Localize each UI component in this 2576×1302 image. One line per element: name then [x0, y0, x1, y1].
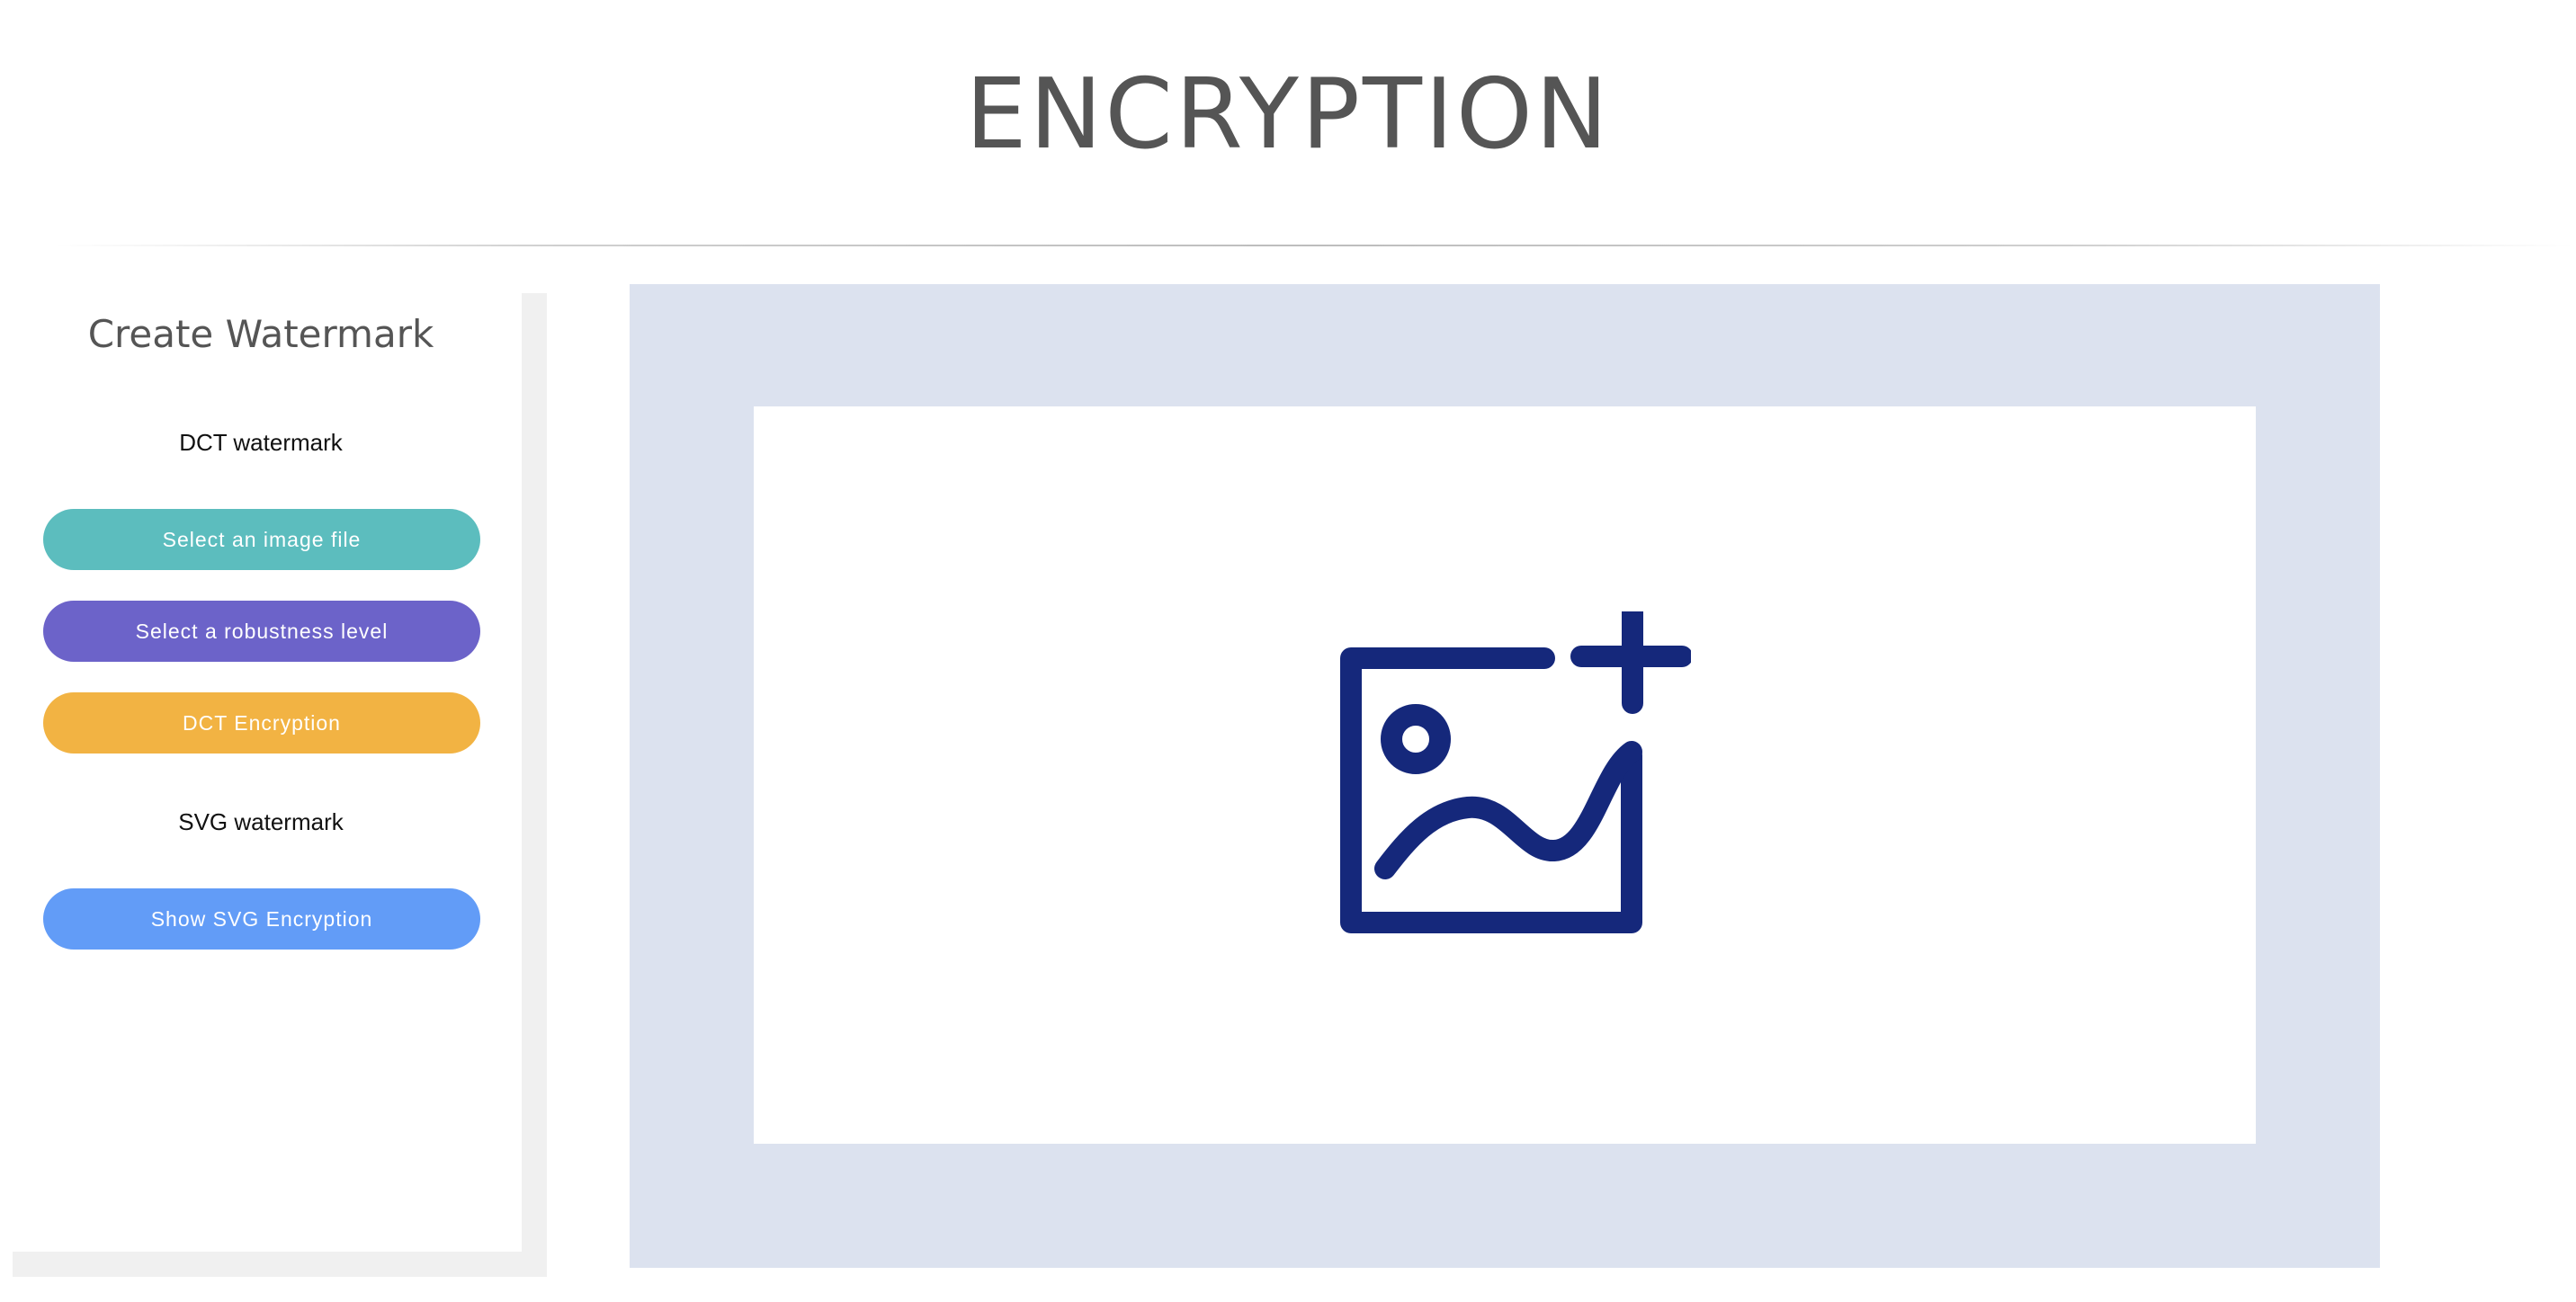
- dct-section-label: DCT watermark: [179, 429, 343, 456]
- svg-section-label: SVG watermark: [178, 808, 344, 835]
- select-image-button[interactable]: Select an image file: [43, 509, 480, 570]
- select-robustness-button[interactable]: Select a robustness level: [43, 601, 480, 662]
- add-image-icon[interactable]: [1331, 611, 1691, 935]
- page-title: ENCRYPTION: [965, 58, 1611, 171]
- encryption-page: ENCRYPTION Create Watermark DCT watermar…: [0, 0, 2576, 1302]
- show-svg-encryption-button[interactable]: Show SVG Encryption: [43, 888, 480, 950]
- sidebar-title: Create Watermark: [87, 312, 434, 356]
- dct-encryption-button[interactable]: DCT Encryption: [43, 692, 480, 754]
- header-divider: [54, 245, 2572, 246]
